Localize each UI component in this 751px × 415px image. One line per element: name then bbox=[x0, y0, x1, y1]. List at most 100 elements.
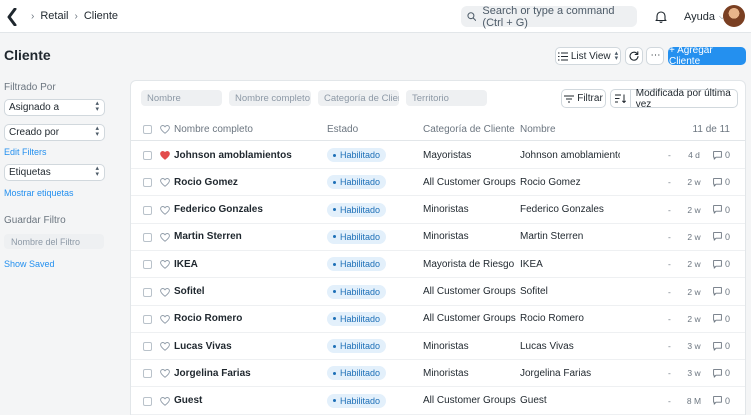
table-row[interactable]: Rocio Romero Habilitado All Customer Gro… bbox=[131, 306, 745, 333]
row-checkbox[interactable] bbox=[143, 287, 152, 297]
row-modified-time: 2 w bbox=[687, 231, 701, 242]
row-comments[interactable]: 0 bbox=[713, 169, 735, 195]
row-checkbox[interactable] bbox=[143, 178, 152, 188]
row-full-name-link[interactable]: Rocio Romero bbox=[174, 306, 319, 332]
table-row[interactable]: Rocio Gomez Habilitado All Customer Grou… bbox=[131, 169, 745, 197]
row-full-name-link[interactable]: Lucas Vivas bbox=[174, 333, 319, 359]
sort-descending-icon bbox=[614, 94, 626, 103]
full-name-filter-input[interactable]: Nombre completo bbox=[229, 90, 311, 106]
territory-filter-input[interactable]: Territorio bbox=[406, 90, 487, 106]
tags-select[interactable]: Etiquetas ▴ ▾ bbox=[4, 164, 105, 181]
table-row[interactable]: Jorgelina Farias Habilitado Minoristas J… bbox=[131, 360, 745, 388]
assigned-to-select[interactable]: Asignado a ▴ ▾ bbox=[4, 99, 105, 116]
row-full-name-link[interactable]: Jorgelina Farias bbox=[174, 360, 319, 386]
ellipsis-icon: ⋯ bbox=[650, 50, 661, 61]
avatar[interactable] bbox=[723, 5, 745, 27]
row-full-name-link[interactable]: Martin Sterren bbox=[174, 224, 319, 250]
row-checkbox[interactable] bbox=[143, 151, 152, 160]
created-by-select[interactable]: Creado por ▴ ▾ bbox=[4, 124, 105, 141]
heart-icon[interactable] bbox=[160, 205, 170, 215]
comment-icon bbox=[713, 232, 722, 242]
edit-filters-link[interactable]: Edit Filters bbox=[4, 147, 47, 157]
status-badge-label: Habilitado bbox=[340, 259, 381, 270]
show-tags-link[interactable]: Mostrar etiquetas bbox=[4, 188, 74, 198]
heart-icon[interactable] bbox=[160, 314, 170, 324]
breadcrumb-item-cliente[interactable]: Cliente bbox=[84, 10, 118, 22]
name-filter-input[interactable]: Nombre bbox=[141, 90, 222, 106]
row-full-name-link[interactable]: Guest bbox=[174, 388, 319, 414]
row-comments[interactable]: 0 bbox=[713, 142, 735, 168]
more-options-button[interactable]: ⋯ bbox=[646, 47, 664, 65]
status-badge-label: Habilitado bbox=[340, 341, 381, 352]
search-input[interactable]: Search or type a command (Ctrl + G) bbox=[461, 5, 637, 29]
list-view-button[interactable]: List View ▴ ▾ bbox=[555, 47, 621, 65]
sort-order-button[interactable] bbox=[611, 90, 631, 107]
status-badge: Habilitado bbox=[327, 175, 387, 190]
row-checkbox[interactable] bbox=[143, 342, 152, 352]
row-comments[interactable]: 0 bbox=[713, 360, 735, 386]
comment-icon bbox=[713, 150, 722, 160]
row-dash: - bbox=[668, 150, 671, 160]
row-comments[interactable]: 0 bbox=[713, 388, 735, 414]
table-row[interactable]: Lucas Vivas Habilitado Minoristas Lucas … bbox=[131, 333, 745, 361]
table-row[interactable]: Guest Habilitado All Customer Groups Gue… bbox=[131, 388, 745, 415]
breadcrumb-item-retail[interactable]: Retail bbox=[40, 10, 68, 22]
row-checkbox[interactable] bbox=[143, 205, 152, 215]
heart-icon[interactable] bbox=[160, 396, 170, 406]
heart-icon[interactable] bbox=[160, 232, 170, 242]
row-full-name-link[interactable]: IKEA bbox=[174, 251, 319, 277]
row-category: Minoristas bbox=[423, 231, 469, 243]
row-comments[interactable]: 0 bbox=[713, 279, 735, 305]
help-label: Ayuda bbox=[684, 11, 715, 23]
app-logo-icon[interactable] bbox=[6, 8, 18, 26]
heart-icon[interactable] bbox=[160, 178, 170, 188]
row-checkbox[interactable] bbox=[143, 232, 152, 242]
status-badge: Habilitado bbox=[327, 229, 387, 244]
dot-icon bbox=[333, 371, 336, 375]
row-checkbox[interactable] bbox=[143, 369, 152, 379]
filter-label: Filtrar bbox=[577, 93, 603, 104]
heart-icon[interactable] bbox=[160, 342, 170, 351]
row-full-name-link[interactable]: Federico Gonzales bbox=[174, 197, 319, 223]
dot-icon bbox=[333, 153, 336, 157]
select-all-checkbox[interactable] bbox=[143, 125, 152, 134]
row-comments[interactable]: 0 bbox=[713, 333, 735, 359]
heart-icon[interactable] bbox=[160, 287, 170, 297]
heart-icon[interactable] bbox=[160, 260, 170, 270]
help-dropdown[interactable]: Ayuda ⌵ bbox=[684, 11, 725, 23]
row-dash: - bbox=[668, 313, 671, 324]
heart-icon[interactable] bbox=[160, 369, 170, 379]
row-checkbox[interactable] bbox=[143, 396, 152, 406]
row-comments[interactable]: 0 bbox=[713, 197, 735, 223]
heart-icon[interactable] bbox=[160, 151, 170, 160]
row-full-name-link[interactable]: Rocio Gomez bbox=[174, 169, 319, 195]
table-row[interactable]: Johnson amoblamientos Habilitado Mayoris… bbox=[131, 142, 745, 169]
filter-name-input[interactable]: Nombre del Filtro bbox=[4, 234, 104, 249]
bell-icon[interactable] bbox=[655, 10, 667, 23]
table-row[interactable]: Martin Sterren Habilitado Minoristas Mar… bbox=[131, 224, 745, 251]
row-checkbox[interactable] bbox=[143, 314, 152, 324]
row-comments[interactable]: 0 bbox=[713, 224, 735, 250]
row-status: Habilitado bbox=[327, 279, 417, 305]
table-row[interactable]: Sofitel Habilitado All Customer Groups S… bbox=[131, 279, 745, 306]
row-comments[interactable]: 0 bbox=[713, 251, 735, 277]
table-row[interactable]: Federico Gonzales Habilitado Minoristas … bbox=[131, 197, 745, 224]
row-checkbox[interactable] bbox=[143, 260, 152, 270]
sort-selector[interactable]: Modificada por última vez bbox=[610, 88, 738, 110]
row-dash: - bbox=[668, 259, 671, 270]
row-dash: - bbox=[668, 341, 671, 352]
dot-icon bbox=[333, 262, 336, 266]
show-saved-link[interactable]: Show Saved bbox=[4, 259, 55, 269]
category-filter-input[interactable]: Categoría de Client bbox=[318, 90, 399, 106]
dot-icon bbox=[333, 208, 336, 212]
row-full-name-link[interactable]: Johnson amoblamientos bbox=[174, 142, 319, 168]
row-modified-time: 2 w bbox=[687, 177, 701, 188]
row-full-name-link[interactable]: Sofitel bbox=[174, 279, 319, 305]
status-badge-label: Habilitado bbox=[340, 177, 381, 188]
row-comments[interactable]: 0 bbox=[713, 306, 735, 332]
row-status: Habilitado bbox=[327, 142, 417, 168]
table-row[interactable]: IKEA Habilitado Mayorista de Riesgo IKEA… bbox=[131, 251, 745, 279]
filter-button[interactable]: Filtrar bbox=[561, 89, 606, 108]
add-cliente-button[interactable]: + Agregar Cliente bbox=[668, 45, 746, 67]
refresh-button[interactable] bbox=[625, 47, 643, 65]
